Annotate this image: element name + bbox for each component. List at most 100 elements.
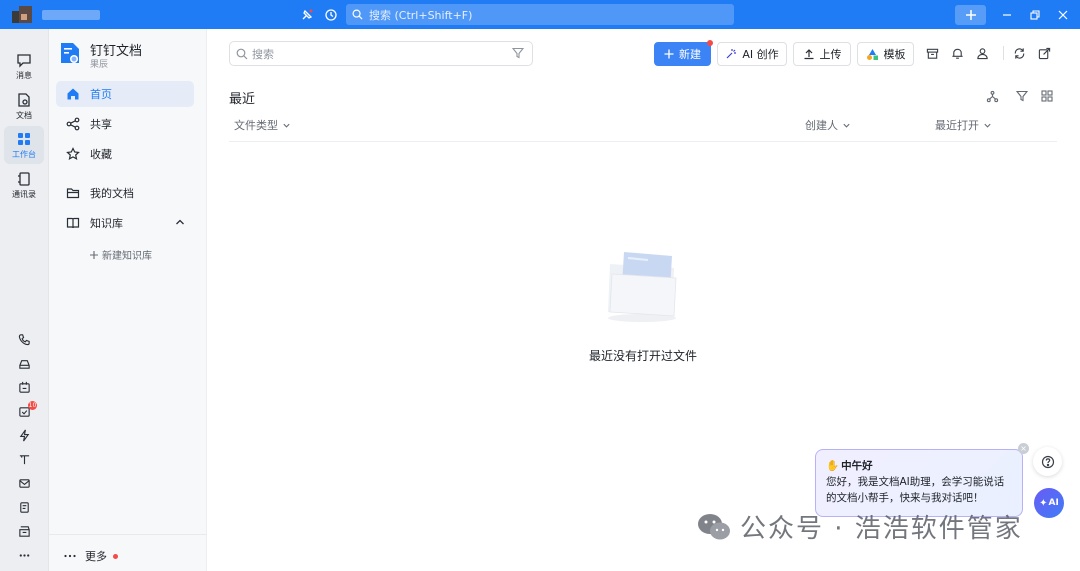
watermark: 公众号 · 浩浩软件管家 bbox=[696, 508, 1023, 545]
share-icon bbox=[65, 116, 81, 132]
nav-shared[interactable]: 共享 bbox=[56, 111, 194, 137]
add-button[interactable] bbox=[955, 5, 986, 25]
column-last-opened[interactable]: 最近打开 bbox=[935, 117, 992, 133]
search-icon bbox=[236, 48, 248, 59]
text-icon[interactable] bbox=[14, 449, 34, 469]
nav-home-label: 首页 bbox=[90, 88, 112, 101]
nav-my-docs[interactable]: 我的文档 bbox=[56, 180, 194, 206]
doc-search-placeholder: 搜索 bbox=[252, 47, 274, 61]
rail-item-docs[interactable]: 文档 bbox=[4, 87, 44, 125]
message-icon bbox=[17, 53, 31, 68]
ai-message: 您好，我是文档AI助理，会学习能说话的文档小帮手，快来与我对话吧！ bbox=[826, 476, 1005, 504]
empty-folder-illustration bbox=[608, 252, 677, 322]
minimize-button[interactable] bbox=[997, 5, 1017, 25]
rail-label-contacts: 通讯录 bbox=[12, 189, 36, 199]
new-knowledge-base-link[interactable]: 新建知识库 bbox=[89, 247, 152, 262]
ai-assistant-card[interactable]: ✋ 中午好 您好，我是文档AI助理，会学习能说话的文档小帮手，快来与我对话吧！ bbox=[815, 449, 1023, 517]
more-notification-dot bbox=[113, 553, 118, 559]
nav-my-docs-label: 我的文档 bbox=[90, 187, 134, 200]
ai-assistant-button[interactable]: ✦ AI bbox=[1034, 488, 1064, 518]
global-search-input[interactable]: 搜索 (Ctrl+Shift+F) bbox=[346, 4, 734, 25]
nav-favorites-label: 收藏 bbox=[90, 148, 112, 161]
rail-item-workbench[interactable]: 工作台 bbox=[4, 126, 44, 164]
restore-button[interactable] bbox=[1025, 5, 1045, 25]
toolbar-divider bbox=[1003, 46, 1004, 60]
nav-knowledge-base[interactable]: 知识库 bbox=[56, 210, 194, 236]
todo-badge: 10 bbox=[28, 401, 37, 410]
user-avatar[interactable] bbox=[12, 6, 34, 23]
nav-home[interactable]: 首页 bbox=[56, 81, 194, 107]
template-button[interactable]: 模板 bbox=[857, 42, 914, 66]
calendar-icon[interactable] bbox=[14, 377, 34, 397]
upload-button[interactable]: 上传 bbox=[793, 42, 851, 66]
sync-icon[interactable] bbox=[1010, 44, 1028, 62]
phone-icon[interactable] bbox=[14, 329, 34, 349]
nav-shared-label: 共享 bbox=[90, 118, 112, 131]
wechat-logo-icon bbox=[698, 513, 730, 539]
ai-assistant-button-label: AI bbox=[1048, 498, 1059, 508]
new-knowledge-base-label: 新建知识库 bbox=[102, 251, 152, 262]
column-creator[interactable]: 创建人 bbox=[805, 117, 851, 133]
new-button-dot bbox=[707, 40, 713, 46]
ai-sparkle-icon: ✦ bbox=[1039, 497, 1048, 509]
notes-icon[interactable] bbox=[14, 497, 34, 517]
chevron-down-icon bbox=[984, 123, 991, 128]
folder-icon bbox=[65, 185, 81, 201]
pin-icon[interactable] bbox=[297, 5, 317, 25]
workbench-icon bbox=[18, 132, 30, 145]
plus-icon bbox=[664, 49, 674, 59]
rail-item-messages[interactable]: 消息 bbox=[4, 47, 44, 85]
home-icon bbox=[65, 86, 81, 102]
doc-search-input[interactable]: 搜索 bbox=[229, 41, 533, 66]
more-label: 更多 bbox=[85, 550, 107, 563]
rail-label-docs: 文档 bbox=[16, 110, 32, 120]
global-search-placeholder: 搜索 (Ctrl+Shift+F) bbox=[369, 8, 473, 22]
filter-icon[interactable] bbox=[1014, 88, 1030, 104]
chevron-up-icon[interactable] bbox=[174, 216, 186, 228]
user-icon[interactable] bbox=[973, 44, 991, 62]
notification-icon[interactable] bbox=[948, 44, 966, 62]
archive-icon[interactable] bbox=[923, 44, 941, 62]
todo-icon[interactable]: 10 bbox=[14, 401, 37, 421]
more-button[interactable]: 更多 bbox=[63, 548, 118, 564]
sidebar-footer: 更多 bbox=[49, 534, 207, 571]
table-header-divider bbox=[229, 141, 1057, 142]
app-subtitle: 果辰 bbox=[90, 60, 109, 70]
new-button[interactable]: 新建 bbox=[654, 40, 713, 66]
mail-icon[interactable] bbox=[14, 473, 34, 493]
star-icon bbox=[65, 146, 81, 162]
template-label: 模板 bbox=[883, 48, 906, 61]
ai-create-label: AI 创作 bbox=[742, 48, 779, 61]
plus-icon bbox=[90, 250, 98, 259]
column-last-opened-label: 最近打开 bbox=[935, 119, 979, 132]
org-tree-icon[interactable] bbox=[984, 88, 1000, 104]
ellipsis-icon bbox=[64, 554, 76, 558]
user-name-blurred bbox=[42, 10, 100, 20]
ai-sparkle-icon bbox=[726, 49, 737, 59]
ai-create-button[interactable]: AI 创作 bbox=[717, 42, 787, 66]
filter-icon[interactable] bbox=[512, 47, 524, 59]
title-bar: 搜索 (Ctrl+Shift+F) bbox=[0, 0, 1080, 29]
box-icon[interactable] bbox=[14, 521, 34, 541]
rail-item-contacts[interactable]: 通讯录 bbox=[4, 166, 44, 204]
question-icon bbox=[1041, 455, 1054, 468]
watermark-text: 公众号 · 浩浩软件管家 bbox=[740, 514, 1023, 544]
docs-sidebar: 钉钉文档 果辰 首页 共享 收藏 我的文档 知识库 新建知识库 更多 bbox=[49, 29, 207, 571]
ai-card-close-button[interactable]: × bbox=[1018, 443, 1029, 454]
cloud-drive-icon[interactable] bbox=[14, 353, 34, 373]
column-file-type[interactable]: 文件类型 bbox=[234, 117, 291, 133]
upload-icon bbox=[804, 49, 813, 60]
open-window-icon[interactable] bbox=[1035, 44, 1053, 62]
rail-label-messages: 消息 bbox=[16, 70, 32, 80]
more-apps-icon[interactable] bbox=[14, 545, 34, 565]
grid-view-icon[interactable] bbox=[1039, 88, 1055, 104]
rail-label-workbench: 工作台 bbox=[12, 149, 36, 159]
dingtalk-docs-logo-icon bbox=[61, 43, 79, 63]
flash-icon[interactable] bbox=[14, 425, 34, 445]
help-button[interactable] bbox=[1033, 447, 1062, 476]
search-icon bbox=[352, 9, 363, 20]
history-icon[interactable] bbox=[321, 5, 341, 25]
close-button[interactable] bbox=[1053, 5, 1073, 25]
nav-favorites[interactable]: 收藏 bbox=[56, 141, 194, 167]
upload-label: 上传 bbox=[819, 48, 842, 61]
